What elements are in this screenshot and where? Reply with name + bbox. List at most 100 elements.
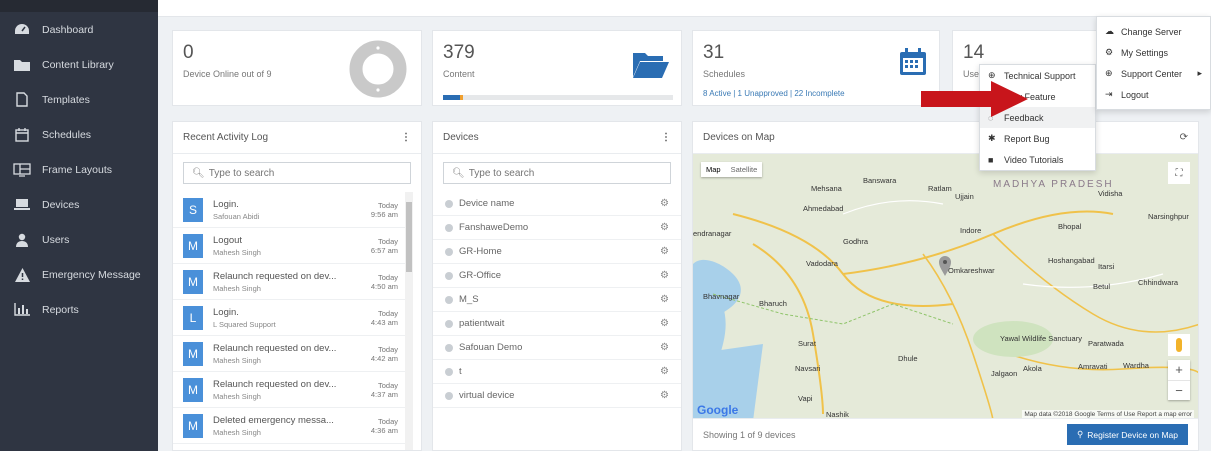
content-card[interactable]: 379 Content <box>432 30 682 106</box>
activity-item[interactable]: M Relaunch requested on dev... Mahesh Sing… <box>173 264 406 300</box>
sidebar-item-schedules[interactable]: Schedules <box>0 117 158 152</box>
activity-day: Today <box>377 344 398 354</box>
gear-icon[interactable]: ⚙ <box>660 222 669 233</box>
fullscreen-icon[interactable]: ⛶ <box>1168 162 1190 184</box>
lifebuoy-icon: ⊕ <box>1105 68 1113 78</box>
activity-search[interactable]: 🔍︎ <box>183 162 411 184</box>
avatar: M <box>183 269 203 294</box>
activity-item[interactable]: M Logout Mahesh Singh Today 6:57 am <box>173 228 406 264</box>
gear-icon[interactable]: ⚙ <box>660 246 669 257</box>
map-view[interactable]: Map Satellite ⛶ Mehsana Ahmedabad Vadodara… <box>693 154 1198 421</box>
activity-item[interactable]: L Login. L Squared Support Today 4:43 am <box>173 300 406 336</box>
gear-icon[interactable]: ⚙ <box>660 390 669 401</box>
device-row[interactable]: FanshaweDemo ⚙ <box>433 216 681 240</box>
schedules-incomplete-link[interactable]: 22 Incomplete <box>794 89 844 98</box>
devices-list: Device name ⚙ FanshaweDemo ⚙ GR-Home ⚙ GR-Offi… <box>433 192 681 408</box>
device-row[interactable]: GR-Office ⚙ <box>433 264 681 288</box>
menu-item-my-settings[interactable]: ⚙ My Settings <box>1097 42 1210 63</box>
sidebar-item-content-library[interactable]: Content Library <box>0 47 158 82</box>
chart-icon <box>12 302 32 318</box>
refresh-icon[interactable]: ⟳ <box>1180 132 1188 143</box>
menu-item-report-bug[interactable]: ✱ Report Bug <box>980 128 1095 149</box>
devices-search-input[interactable] <box>468 167 669 179</box>
panel-title: Devices <box>443 132 479 143</box>
zoom-in-button[interactable]: + <box>1168 360 1190 380</box>
panel-menu-icon[interactable]: ⋮ <box>661 132 671 143</box>
devices-online-card[interactable]: 0 Device Online out of 9 <box>172 30 422 106</box>
activity-user: Mahesh Singh <box>213 391 261 401</box>
activity-item[interactable]: M Relaunch requested on dev... Mahesh Sing… <box>173 336 406 372</box>
users-label: Use <box>963 69 980 79</box>
activity-user: Safouan Abidi <box>213 211 260 221</box>
device-row[interactable]: t ⚙ <box>433 360 681 384</box>
map-marker-icon: ⚲ <box>1077 429 1084 439</box>
device-row[interactable]: virtual device ⚙ <box>433 384 681 408</box>
schedules-card[interactable]: 31 Schedules 8 Active | 1 Unapproved | 2… <box>692 30 940 106</box>
search-icon: 🔍︎ <box>192 167 205 179</box>
activity-item[interactable]: M Relaunch requested on dev... Mahesh Sing… <box>173 372 406 408</box>
menu-item-change-server[interactable]: ☁ Change Server <box>1097 21 1210 42</box>
activity-user: Mahesh Singh <box>213 283 261 293</box>
schedules-active-link[interactable]: 8 Active <box>703 89 731 98</box>
users-count: 14 <box>963 42 985 63</box>
map-place-label: Bhopal <box>1058 222 1082 231</box>
activity-time: 4:50 am <box>370 281 398 291</box>
avatar: M <box>183 377 203 402</box>
device-row[interactable]: patientwait ⚙ <box>433 312 681 336</box>
activity-item[interactable]: M Deleted emergency messa... Mahesh Singh T… <box>173 408 406 444</box>
avatar: L <box>183 305 203 330</box>
activity-time: 4:42 am <box>370 353 398 363</box>
zoom-out-button[interactable]: − <box>1168 380 1190 400</box>
map-place-label: Bhavnagar <box>703 292 740 301</box>
gear-icon[interactable]: ⚙ <box>660 294 669 305</box>
devices-map-panel: Devices on Map ⟳ Map Satellite ⛶ Mehsana… <box>692 121 1199 451</box>
activity-item[interactable]: S Login. Safouan Abidi Today 9:56 am <box>173 192 406 228</box>
device-name: Safouan Demo <box>459 342 523 353</box>
schedules-unapproved-link[interactable]: 1 Unapproved <box>738 89 788 98</box>
pegman-icon[interactable] <box>1168 334 1190 356</box>
activity-title: Logout <box>213 234 243 246</box>
activity-user: Mahesh Singh <box>213 355 261 365</box>
register-device-button[interactable]: ⚲ Register Device on Map <box>1067 424 1188 445</box>
activity-search-input[interactable] <box>208 167 409 179</box>
red-arrow-annotation <box>921 81 1028 117</box>
activity-title: Relaunch requested on dev... <box>213 342 337 354</box>
device-name: GR-Office <box>459 270 502 281</box>
sidebar-item-devices[interactable]: Devices <box>0 187 158 222</box>
device-row[interactable]: M_S ⚙ <box>433 288 681 312</box>
status-dot <box>445 343 453 352</box>
content-count: 379 <box>443 42 475 63</box>
gear-icon[interactable]: ⚙ <box>660 270 669 281</box>
map-place-label: Wardha <box>1123 361 1149 370</box>
sidebar-item-dashboard[interactable]: Dashboard <box>0 12 158 47</box>
device-name: FanshaweDemo <box>459 222 529 233</box>
status-dot <box>445 271 453 280</box>
devices-search[interactable]: 🔍︎ <box>443 162 671 184</box>
sidebar-item-frame-layouts[interactable]: Frame Layouts <box>0 152 158 187</box>
menu-item-logout[interactable]: ⇥ Logout <box>1097 84 1210 105</box>
top-bar <box>158 0 1211 17</box>
scrollbar[interactable] <box>405 192 413 450</box>
map-place-label: Ujjain <box>955 192 974 201</box>
sidebar-item-users[interactable]: Users <box>0 222 158 257</box>
device-row[interactable]: GR-Home ⚙ <box>433 240 681 264</box>
device-row[interactable]: Device name ⚙ <box>433 192 681 216</box>
map-tab[interactable]: Map <box>701 162 726 177</box>
schedules-count: 31 <box>703 42 725 63</box>
user-icon <box>12 232 32 248</box>
gear-icon[interactable]: ⚙ <box>660 318 669 329</box>
gear-icon[interactable]: ⚙ <box>660 366 669 377</box>
sidebar-item-reports[interactable]: Reports <box>0 292 158 327</box>
menu-item-video-tutorials[interactable]: ■ Video Tutorials <box>980 149 1095 170</box>
sidebar-item-emergency-message[interactable]: Emergency Message <box>0 257 158 292</box>
gear-icon[interactable]: ⚙ <box>660 342 669 353</box>
dashboard-icon <box>12 22 32 38</box>
sidebar-item-templates[interactable]: Templates <box>0 82 158 117</box>
map-marker-icon[interactable] <box>939 256 951 276</box>
panel-menu-icon[interactable]: ⋮ <box>401 132 411 143</box>
device-row[interactable]: Safouan Demo ⚙ <box>433 336 681 360</box>
menu-item-support-center[interactable]: ⊕ Support Center ▸ <box>1097 63 1210 84</box>
satellite-tab[interactable]: Satellite <box>726 162 763 177</box>
activity-day: Today <box>377 380 398 390</box>
gear-icon[interactable]: ⚙ <box>660 198 669 209</box>
